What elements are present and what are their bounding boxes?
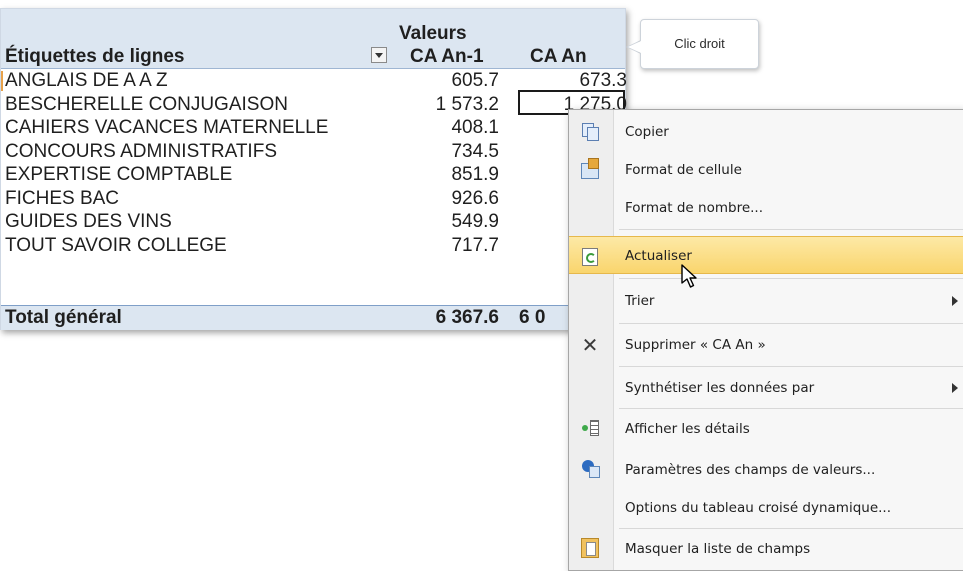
menu-item-label: Format de cellule [625,162,742,178]
column-header-ca-an-1[interactable]: CA An-1 [410,46,484,68]
menu-item-label: Synthétiser les données par [625,380,815,396]
column-header-ca-an[interactable]: CA An [530,46,587,68]
menu-separator [619,278,963,279]
row-label[interactable]: EXPERTISE COMPTABLE [5,163,232,187]
table-row[interactable]: FICHES BAC 926.6 8 [1,187,627,211]
row-label[interactable]: FICHES BAC [5,187,119,211]
table-row[interactable]: EXPERTISE COMPTABLE 851.9 8 [1,163,627,187]
row-filter-dropdown-icon[interactable] [371,47,387,63]
menu-separator [619,408,963,409]
cell-ca-an-1[interactable]: 734.5 [451,140,499,164]
cell-ca-an-1[interactable]: 851.9 [451,163,499,187]
pivot-header: Valeurs Étiquettes de lignes CA An-1 CA … [1,9,625,69]
table-row[interactable]: TOUT SAVOIR COLLEGE 717.7 6 [1,234,627,258]
menu-item-hide-field-list[interactable]: Masquer la liste de champs [569,530,963,568]
cell-ca-an-1[interactable]: 717.7 [451,234,499,258]
menu-item-label: Supprimer « CA An » [625,337,766,353]
menu-item-label: Afficher les détails [625,421,750,437]
menu-item-label: Masquer la liste de champs [625,541,811,557]
refresh-icon [579,246,601,266]
cell-ca-an-1[interactable]: 1 573.2 [436,93,499,117]
menu-item-label: Paramètres des champs de valeurs... [625,462,876,478]
field-list-icon [579,538,601,559]
menu-item-refresh[interactable]: Actualiser [569,236,963,274]
callout-text: Clic droit [674,36,725,51]
cell-ca-an-1[interactable]: 408.1 [451,116,499,140]
menu-separator [619,528,963,529]
menu-item-number-format[interactable]: Format de nombre... [569,189,963,227]
table-row[interactable]: CAHIERS VACANCES MATERNELLE 408.1 3 [1,116,627,140]
submenu-arrow-icon [952,296,958,306]
field-settings-icon [579,460,601,480]
row-label[interactable]: ANGLAIS DE A A Z [5,69,168,93]
menu-separator [619,323,963,324]
cell-ca-an-1[interactable]: 605.7 [451,69,499,93]
cell-ca-an-1[interactable]: 926.6 [451,187,499,211]
menu-item-pivot-options[interactable]: Options du tableau croisé dynamique... [569,489,963,527]
cell-ca-an[interactable]: 673.3 [579,69,627,93]
row-label[interactable]: CAHIERS VACANCES MATERNELLE [5,116,328,140]
grand-total-ca-an-1[interactable]: 6 367.6 [436,306,499,330]
show-details-icon [579,419,601,439]
menu-item-format-cells[interactable]: Format de cellule [569,151,963,189]
row-label[interactable]: BESCHERELLE CONJUGAISON [5,93,288,117]
menu-item-summarize-by[interactable]: Synthétiser les données par [569,369,963,407]
grand-total-ca-an[interactable]: 6 0 [519,306,545,330]
menu-item-show-details[interactable]: Afficher les détails [569,410,963,448]
copy-icon [579,122,601,142]
delete-icon: ✕ [581,333,599,357]
menu-item-copy[interactable]: Copier [569,113,963,151]
row-label[interactable]: CONCOURS ADMINISTRATIFS [5,140,277,164]
row-label[interactable]: TOUT SAVOIR COLLEGE [5,234,227,258]
menu-item-label: Copier [625,124,669,140]
menu-item-sort[interactable]: Trier [569,282,963,320]
menu-item-label: Options du tableau croisé dynamique... [625,500,892,516]
table-row[interactable]: GUIDES DES VINS 549.9 5 [1,210,627,234]
format-cells-icon [579,158,601,180]
row-label[interactable]: GUIDES DES VINS [5,210,172,234]
grand-total-label[interactable]: Total général [5,306,122,330]
menu-item-remove-field[interactable]: ✕ Supprimer « CA An » [569,326,963,364]
menu-item-label: Trier [625,293,655,309]
callout-pointer-fill [628,41,641,53]
context-menu: Copier Format de cellule Format de nombr… [568,109,963,571]
submenu-arrow-icon [952,383,958,393]
cell-ca-an-1[interactable]: 549.9 [451,210,499,234]
menu-separator [619,366,963,367]
menu-item-value-field-settings[interactable]: Paramètres des champs de valeurs... [569,451,963,489]
pivot-table: Valeurs Étiquettes de lignes CA An-1 CA … [0,8,627,330]
values-header: Valeurs [399,23,467,44]
menu-item-label: Format de nombre... [625,200,763,216]
row-labels-header: Étiquettes de lignes [5,46,185,67]
table-row[interactable]: ANGLAIS DE A A Z 605.7 673.3 [1,69,627,93]
callout-bubble: Clic droit [640,19,759,69]
active-row-marker [1,71,3,91]
table-row[interactable]: CONCOURS ADMINISTRATIFS 734.5 7 [1,140,627,164]
mouse-pointer-icon [681,264,697,288]
grand-total-row[interactable]: Total général 6 367.6 6 0 [1,305,625,330]
menu-separator [619,229,963,230]
